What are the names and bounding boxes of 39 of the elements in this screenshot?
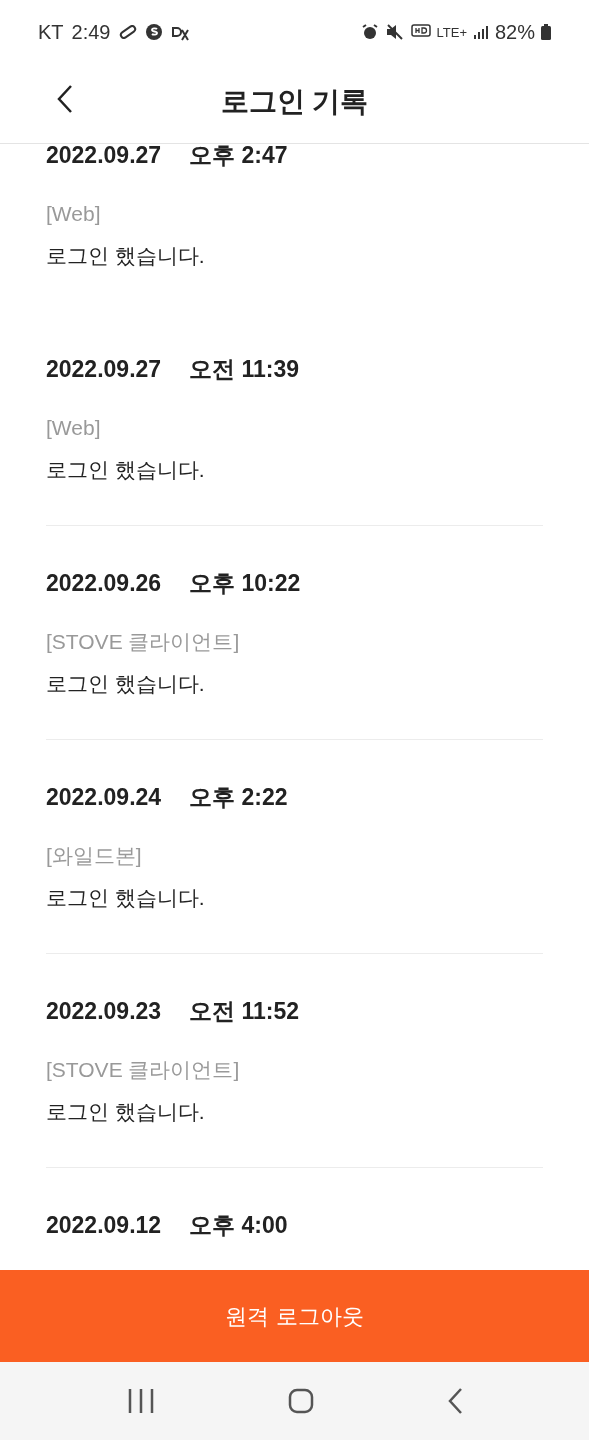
log-time: 오후 4:00 xyxy=(189,1210,288,1240)
signal-icon xyxy=(472,24,489,40)
log-time: 오후 2:47 xyxy=(189,144,288,170)
hd-icon xyxy=(410,24,431,40)
pill-icon xyxy=(118,25,137,39)
log-time: 오전 11:52 xyxy=(189,996,300,1026)
log-source: [Web] xyxy=(46,202,102,226)
log-date: 2022.09.23 xyxy=(46,996,162,1026)
status-time: 2:49 xyxy=(71,20,111,45)
log-message: 로그인 했습니다. xyxy=(46,244,206,268)
log-source: [STOVE 클라이언트] xyxy=(46,630,241,654)
log-date: 2022.09.24 xyxy=(46,782,162,812)
log-time: 오후 2:22 xyxy=(189,782,288,812)
log-message: 로그인 했습니다. xyxy=(46,886,206,910)
recent-apps-icon[interactable] xyxy=(126,1388,155,1414)
mute-icon xyxy=(384,23,405,41)
log-time: 오후 10:22 xyxy=(189,568,301,598)
log-source: [와일드본] xyxy=(46,844,143,868)
log-date: 2022.09.26 xyxy=(46,568,162,598)
log-message: 로그인 했습니다. xyxy=(46,458,206,482)
battery-percent: 82% xyxy=(494,20,535,45)
alarm-icon xyxy=(360,23,379,41)
log-date: 2022.09.27 xyxy=(46,144,162,170)
back-icon[interactable] xyxy=(446,1387,463,1415)
log-message: 로그인 했습니다. xyxy=(46,672,206,696)
log-source: [Web] xyxy=(46,416,102,440)
log-source: [STOVE 클라이언트] xyxy=(46,1058,241,1082)
log-message: 로그인 했습니다. xyxy=(46,1100,206,1124)
circle-icon xyxy=(144,23,163,41)
remote-logout-button[interactable]: 원격 로그아웃 xyxy=(0,1270,589,1362)
home-icon[interactable] xyxy=(287,1388,314,1414)
page-title: 로그인 기록 xyxy=(220,84,369,119)
log-date: 2022.09.12 xyxy=(46,1210,162,1240)
network-type: LTE+ xyxy=(436,25,467,39)
log-date: 2022.09.27 xyxy=(46,354,162,384)
battery-icon xyxy=(541,24,551,40)
carrier-name: KT xyxy=(38,20,64,45)
chevron-left-icon xyxy=(56,84,74,114)
log-time: 오전 11:39 xyxy=(189,354,300,384)
